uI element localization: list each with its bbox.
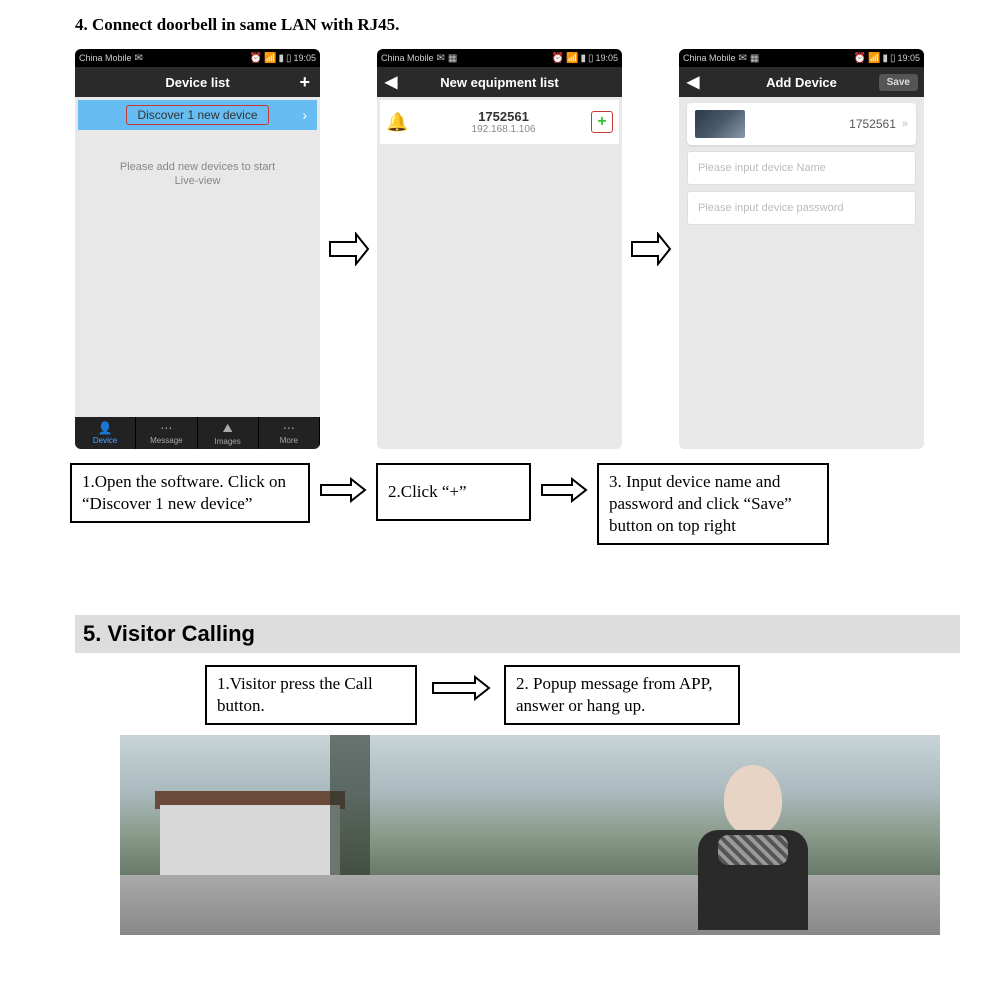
add-button[interactable]: + (299, 72, 310, 93)
time-label: 19:05 (595, 53, 618, 63)
arrow-2 (628, 232, 673, 266)
nav-more[interactable]: ⋯More (259, 417, 320, 449)
bottom-nav: 👤Device ⋯Message ⛰Images ⋯More (75, 417, 320, 449)
titlebar-add-device: ◀ Add Device Save (679, 67, 924, 97)
carrier-label: China Mobile (683, 53, 736, 63)
chevron-right-icon: › (302, 107, 307, 123)
phone-2: China Mobile ✉ ▦ ⏰ 📶 ▮ ▯ 19:05 ◀ New equ… (377, 49, 622, 449)
device-id-text: 1752561 (745, 117, 902, 131)
s5-caption-1: 1.Visitor press the Call button. (205, 665, 417, 725)
section5-captions: 1.Visitor press the Call button. 2. Popu… (205, 665, 960, 725)
battery-icon: ▯ (286, 53, 292, 64)
time-label: 19:05 (897, 53, 920, 63)
device-ip: 192.168.1.106 (416, 124, 591, 135)
wifi-icon: 📶 (566, 53, 578, 64)
save-button[interactable]: Save (879, 74, 918, 91)
wifi-icon: 📶 (264, 53, 276, 64)
titlebar-equipment-list: ◀ New equipment list (377, 67, 622, 97)
message-icon: ⋯ (160, 421, 172, 435)
more-icon: ⋯ (283, 421, 295, 435)
status-bar: China Mobile ✉ ▦ ⏰ 📶 ▮ ▯ 19:05 (679, 49, 924, 67)
arrow-1 (326, 232, 371, 266)
nav-message[interactable]: ⋯Message (136, 417, 197, 449)
device-thumbnail (695, 110, 745, 138)
title-text: New equipment list (440, 75, 558, 90)
caption-3: 3. Input device name and password and cl… (597, 463, 829, 545)
mail-icon: ✉ (437, 53, 445, 64)
mail-icon: ✉ (135, 53, 143, 64)
signal-icon: ▮ (278, 53, 284, 64)
s5-caption-2: 2. Popup message from APP, answer or han… (504, 665, 740, 725)
discover-banner[interactable]: Discover 1 new device › (78, 100, 317, 130)
phone-1: China Mobile ✉ ⏰ 📶 ▮ ▯ 19:05 Device list… (75, 49, 320, 449)
caption-arrow-1 (315, 477, 370, 503)
device-id: 1752561 (416, 109, 591, 124)
caption-1: 1.Open the software. Click on “Discover … (70, 463, 310, 523)
person-icon: 👤 (98, 421, 113, 435)
battery-icon: ▯ (588, 53, 594, 64)
phones-row: China Mobile ✉ ⏰ 📶 ▮ ▯ 19:05 Device list… (75, 49, 960, 449)
time-label: 19:05 (293, 53, 316, 63)
equipment-list-item[interactable]: 🔔 1752561 192.168.1.106 + (380, 100, 619, 144)
empty-placeholder: Please add new devices to start Live-vie… (75, 160, 320, 189)
device-password-field[interactable]: Please input device password (687, 191, 916, 225)
back-icon[interactable]: ◀ (385, 72, 397, 92)
status-bar: China Mobile ✉ ▦ ⏰ 📶 ▮ ▯ 19:05 (377, 49, 622, 67)
section4-heading: 4. Connect doorbell in same LAN with RJ4… (75, 15, 960, 35)
carrier-label: China Mobile (79, 53, 132, 63)
add-device-button[interactable]: + (591, 111, 613, 133)
caption-2: 2.Click “+” (376, 463, 531, 521)
section5-heading: 5. Visitor Calling (75, 615, 960, 653)
phone-3: China Mobile ✉ ▦ ⏰ 📶 ▮ ▯ 19:05 ◀ Add Dev… (679, 49, 924, 449)
captions-row: 1.Open the software. Click on “Discover … (75, 463, 960, 545)
app-icon: ▦ (448, 53, 457, 64)
alarm-icon: ⏰ (552, 53, 564, 64)
images-icon: ⛰ (223, 421, 233, 436)
app-icon: ▦ (750, 53, 759, 64)
back-icon[interactable]: ◀ (687, 72, 699, 92)
chevron-right-icon: » (902, 118, 908, 130)
carrier-label: China Mobile (381, 53, 434, 63)
signal-icon: ▮ (882, 53, 888, 64)
visitor-photo (120, 735, 940, 935)
battery-icon: ▯ (890, 53, 896, 64)
status-bar: China Mobile ✉ ⏰ 📶 ▮ ▯ 19:05 (75, 49, 320, 67)
caption-arrow-2 (536, 477, 591, 503)
mail-icon: ✉ (739, 53, 747, 64)
alarm-icon: ⏰ (250, 53, 262, 64)
alarm-icon: ⏰ (854, 53, 866, 64)
wifi-icon: 📶 (868, 53, 880, 64)
signal-icon: ▮ (580, 53, 586, 64)
nav-images[interactable]: ⛰Images (198, 417, 259, 449)
titlebar-device-list: Device list + (75, 67, 320, 97)
title-text: Device list (165, 75, 229, 90)
device-preview-row[interactable]: 1752561 » (687, 103, 916, 145)
title-text: Add Device (766, 75, 837, 90)
plus-icon: + (597, 113, 606, 131)
device-name-field[interactable]: Please input device Name (687, 151, 916, 185)
discover-text: Discover 1 new device (126, 105, 268, 125)
s5-arrow (423, 675, 498, 701)
bell-icon: 🔔 (386, 112, 416, 133)
nav-device[interactable]: 👤Device (75, 417, 136, 449)
